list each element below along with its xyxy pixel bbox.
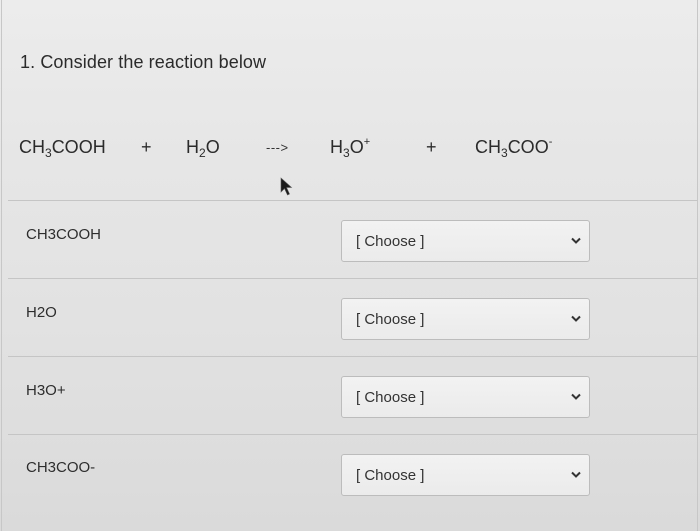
match-label-h3o-plus: H3O+: [26, 382, 66, 399]
question-frame: [1, 0, 698, 531]
match-select-h3o-plus[interactable]: [ Choose ]: [341, 376, 590, 418]
row-divider: [8, 200, 698, 201]
match-select-ch3coo-minus[interactable]: [ Choose ]: [341, 454, 590, 496]
match-select-h2o[interactable]: [ Choose ]: [341, 298, 590, 340]
equation-product-hydronium: H3O+: [330, 136, 371, 160]
match-label-ch3cooh: CH3COOH: [26, 226, 102, 243]
select-value: [ Choose ]: [356, 233, 425, 250]
equation-product-acetate: CH3COO-: [475, 136, 553, 160]
equation-plus-2: +: [426, 137, 437, 157]
equation-reactant-acetic-acid: CH3COOH: [19, 137, 106, 160]
match-select-ch3cooh[interactable]: [ Choose ]: [341, 220, 590, 262]
chevron-down-icon: [571, 471, 581, 478]
row-divider: [8, 434, 698, 435]
equation-reactant-water: H2O: [186, 137, 220, 160]
equation-plus-1: +: [141, 137, 152, 157]
row-divider: [8, 356, 698, 357]
match-label-h2o: H2O: [26, 304, 57, 321]
select-value: [ Choose ]: [356, 467, 425, 484]
select-value: [ Choose ]: [356, 389, 425, 406]
quiz-page: 1. Consider the reaction below CH3COOH +…: [0, 0, 700, 531]
equation-arrow: --->: [266, 140, 289, 155]
chevron-down-icon: [571, 315, 581, 322]
chevron-down-icon: [571, 393, 581, 400]
select-value: [ Choose ]: [356, 311, 425, 328]
match-label-ch3coo-minus: CH3COO-: [26, 459, 96, 476]
mouse-pointer-icon: [280, 177, 293, 196]
question-title: 1. Consider the reaction below: [20, 52, 267, 72]
chevron-down-icon: [571, 237, 581, 244]
row-divider: [8, 278, 698, 279]
